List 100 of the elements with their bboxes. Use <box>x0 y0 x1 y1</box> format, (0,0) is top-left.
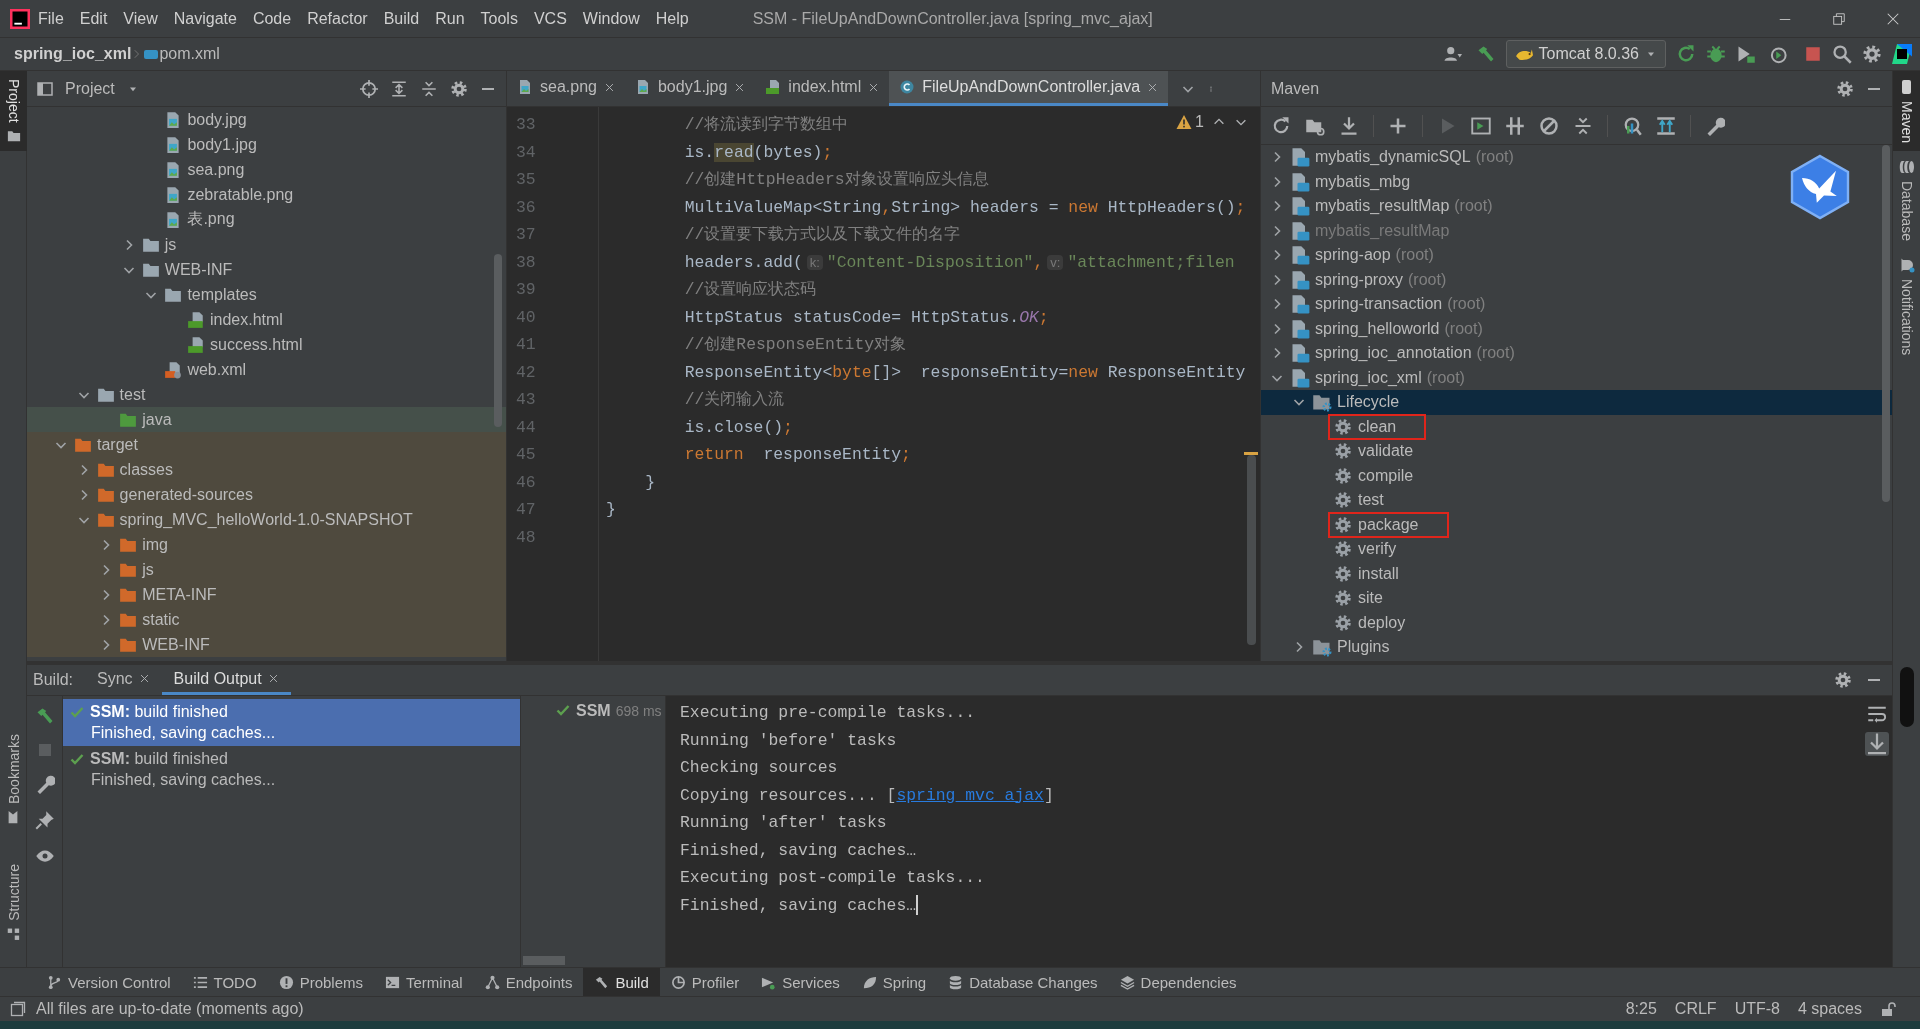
tree-row[interactable]: META-INF <box>27 582 506 607</box>
panel-toggle-icon[interactable] <box>10 1001 26 1017</box>
tree-row[interactable]: web.xml <box>27 357 506 382</box>
tool-window-button[interactable]: Problems <box>267 968 374 996</box>
tree-row[interactable]: WEB-INF <box>27 632 506 657</box>
close-icon[interactable] <box>868 81 880 93</box>
tree-row[interactable]: spring-transaction (root) <box>1261 292 1892 317</box>
settings-icon[interactable] <box>450 79 468 98</box>
tree-row[interactable]: test <box>27 382 506 407</box>
collapse-all-icon[interactable] <box>420 79 438 98</box>
menu-item[interactable]: Window <box>574 9 648 28</box>
stop-icon[interactable] <box>1804 45 1822 63</box>
analyze-icon[interactable] <box>1622 115 1642 136</box>
tree-row[interactable]: validate <box>1261 439 1892 464</box>
tool-window-button[interactable]: Build <box>583 968 660 996</box>
tree-row[interactable]: target <box>27 432 506 457</box>
menu-item[interactable]: Build <box>375 9 428 28</box>
soft-wrap-icon[interactable] <box>1866 704 1887 724</box>
menu-item[interactable]: Run <box>427 9 473 28</box>
tree-row[interactable]: install <box>1261 561 1892 586</box>
tree-row[interactable]: generated-sources <box>27 482 506 507</box>
tool-window-button[interactable]: Spring <box>850 968 938 996</box>
menu-item[interactable]: View <box>115 9 166 28</box>
tree-row[interactable]: site <box>1261 586 1892 611</box>
tree-row[interactable]: spring-aop (root) <box>1261 243 1892 268</box>
tree-row[interactable]: 表.png <box>27 207 506 232</box>
scrollbar[interactable] <box>1247 455 1256 645</box>
settings-icon[interactable] <box>1862 44 1882 64</box>
restore-icon[interactable] <box>1832 11 1846 26</box>
side-tab[interactable]: Notifications <box>1893 248 1920 364</box>
search-icon[interactable] <box>1832 44 1852 64</box>
status-item[interactable]: CRLF <box>1674 1000 1717 1018</box>
reload-icon[interactable] <box>1271 115 1291 136</box>
menu-item[interactable]: Help <box>647 9 697 28</box>
breadcrumb[interactable]: spring_ioc_xml <box>14 45 132 63</box>
warning-marker[interactable] <box>1244 452 1258 455</box>
tree-row[interactable]: sea.png <box>27 157 506 182</box>
tree-row[interactable]: spring_MVC_helloWorld-1.0-SNAPSHOT <box>27 507 506 532</box>
build-event[interactable]: SSM: build finished Finished, saving caches... <box>63 699 520 746</box>
tree-row[interactable]: templates <box>27 282 506 307</box>
menu-item[interactable]: VCS <box>525 9 575 28</box>
collapse-icon[interactable] <box>1573 115 1593 136</box>
tree-row[interactable]: Lifecycle <box>1261 390 1892 415</box>
tool-window-button[interactable]: Services <box>750 968 851 996</box>
tool-window-button[interactable]: TODO <box>181 968 268 996</box>
tree-row[interactable]: spring_ioc_annotation (root) <box>1261 341 1892 366</box>
tree-row[interactable]: mybatis_resultMap (root) <box>1261 194 1892 219</box>
side-tab[interactable]: Project <box>0 71 27 151</box>
menu-item[interactable]: Tools <box>472 9 526 28</box>
tree-row[interactable]: classes <box>27 457 506 482</box>
editor-tab[interactable]: FileUpAndDownController.java <box>889 71 1169 106</box>
tree-row[interactable]: spring-proxy (root) <box>1261 267 1892 292</box>
terminal-icon[interactable] <box>1471 115 1491 136</box>
tree-row[interactable]: spring_ioc_xml (root) <box>1261 365 1892 390</box>
scrollbar[interactable] <box>494 254 502 427</box>
settings-icon[interactable] <box>1836 79 1854 98</box>
pin-icon[interactable] <box>34 810 55 830</box>
settings-icon[interactable] <box>1834 671 1852 689</box>
tree-row[interactable]: package <box>1261 512 1892 537</box>
panel-tab[interactable]: Build Output <box>161 665 291 695</box>
tree-row[interactable]: verify <box>1261 537 1892 562</box>
editor-tab[interactable]: body1.jpg <box>624 71 756 106</box>
tree-row[interactable]: mybatis_dynamicSQL (root) <box>1261 145 1892 170</box>
lock-icon[interactable] <box>1880 1001 1896 1017</box>
editor-tab[interactable]: sea.png <box>507 71 625 106</box>
diagram-icon[interactable] <box>1656 115 1676 136</box>
close-icon[interactable] <box>267 673 279 684</box>
tree-row[interactable]: deploy <box>1261 610 1892 635</box>
status-item[interactable]: 4 spaces <box>1797 1000 1862 1018</box>
rerun-icon[interactable] <box>1676 44 1696 64</box>
wrench-icon[interactable] <box>1705 115 1725 136</box>
tree-row[interactable]: img <box>27 532 506 557</box>
toggle-icon[interactable] <box>1505 115 1525 136</box>
side-tab[interactable]: Maven <box>1893 71 1920 152</box>
panel-title[interactable]: Project <box>65 79 115 98</box>
menu-item[interactable]: Code <box>244 9 300 28</box>
tree-row[interactable]: js <box>27 557 506 582</box>
side-tab[interactable]: Database <box>1893 151 1920 249</box>
close-icon[interactable] <box>1147 81 1159 93</box>
console-link[interactable]: spring_mvc_ajax <box>896 785 1044 805</box>
close-icon[interactable] <box>1886 11 1900 26</box>
menu-item[interactable]: Refactor <box>299 9 376 28</box>
tree-row[interactable]: Plugins <box>1261 635 1892 660</box>
status-item[interactable]: UTF-8 <box>1734 1000 1780 1018</box>
menu-item[interactable]: Edit <box>71 9 116 28</box>
breadcrumb[interactable]: pom.xml <box>159 45 220 63</box>
side-handle[interactable] <box>1899 667 1914 727</box>
tree-row[interactable]: clean <box>1261 414 1892 439</box>
tree-row[interactable]: success.html <box>27 332 506 357</box>
tree-row[interactable]: body1.jpg <box>27 132 506 157</box>
tree-row[interactable]: mybatis_mbg <box>1261 169 1892 194</box>
tree-row[interactable]: index.html <box>27 307 506 332</box>
coverage-icon[interactable] <box>1736 44 1756 64</box>
status-item[interactable]: 8:25 <box>1625 1000 1657 1018</box>
tree-row[interactable]: zebratable.png <box>27 182 506 207</box>
skip-icon[interactable] <box>1539 115 1559 136</box>
warning-counter[interactable]: 1 <box>1176 113 1204 131</box>
tool-window-button[interactable]: Endpoints <box>473 968 584 996</box>
panel-tab[interactable]: Sync <box>85 665 162 695</box>
run-config-dropdown[interactable]: Tomcat 8.0.36 <box>1505 40 1666 68</box>
